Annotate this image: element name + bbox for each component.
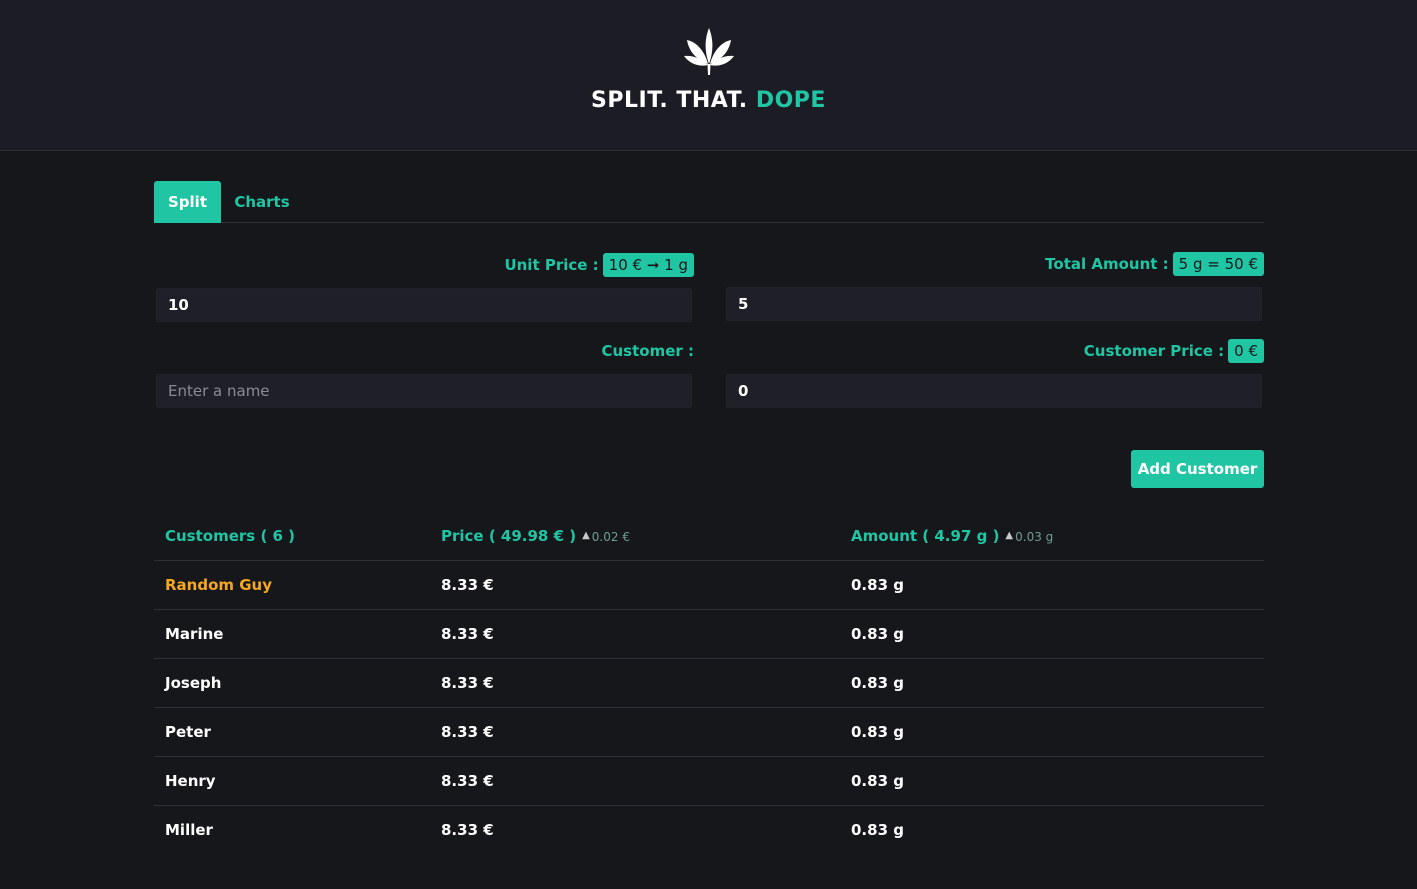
amount-diff: ▲ 0.03 g <box>1005 530 1053 544</box>
amount-diff-value: 0.03 g <box>1015 530 1054 544</box>
table-row[interactable]: Joseph 8.33 € 0.83 g <box>154 659 1264 708</box>
customer-name: Joseph <box>165 674 222 692</box>
brand-text: SPLIT. THAT. <box>591 88 748 113</box>
customer-label-text: Customer : <box>601 342 694 360</box>
total-amount-label-text: Total Amount : <box>1045 255 1169 273</box>
customer-amount: 0.83 g <box>851 821 904 839</box>
caret-up-icon: ▲ <box>582 530 590 541</box>
caret-up-icon: ▲ <box>1005 530 1014 541</box>
customer-amount: 0.83 g <box>851 772 904 790</box>
customer-amount: 0.83 g <box>851 723 904 741</box>
total-amount-input[interactable] <box>726 287 1262 321</box>
price-diff-value: 0.02 € <box>591 530 630 544</box>
customer-amount: 0.83 g <box>851 576 904 594</box>
tab-split[interactable]: Split <box>154 181 221 223</box>
customer-price-input[interactable] <box>726 374 1262 408</box>
amount-column-header[interactable]: Amount ( 4.97 g ) ▲ 0.03 g <box>851 512 1053 560</box>
price-diff: ▲ 0.02 € <box>582 530 630 544</box>
brand-title: SPLIT. THAT. DOPE <box>0 88 1417 113</box>
table-row[interactable]: Henry 8.33 € 0.83 g <box>154 757 1264 806</box>
brand-accent-text: DOPE <box>755 88 826 113</box>
customers-column-header[interactable]: Customers ( 6 ) <box>165 512 295 560</box>
customer-name: Miller <box>165 821 213 839</box>
total-amount-badge: 5 g = 50 € <box>1172 252 1264 276</box>
customer-name: Marine <box>165 625 224 643</box>
customer-price-label-text: Customer Price : <box>1083 342 1225 360</box>
table-row[interactable]: Miller 8.33 € 0.83 g <box>154 806 1264 855</box>
customer-price-label: Customer Price :0 € <box>1084 338 1264 364</box>
customer-price: 8.33 € <box>441 576 494 594</box>
table-row[interactable]: Peter 8.33 € 0.83 g <box>154 708 1264 757</box>
table-header-row: Customers ( 6 ) Price ( 49.98 € ) ▲ 0.02 €… <box>154 512 1264 561</box>
customer-price: 8.33 € <box>441 772 494 790</box>
customer-amount: 0.83 g <box>851 674 904 692</box>
customer-price: 8.33 € <box>441 674 494 692</box>
customers-table: Customers ( 6 ) Price ( 49.98 € ) ▲ 0.02 €… <box>154 512 1264 855</box>
total-amount-label: Total Amount :5 g = 50 € <box>1045 251 1264 277</box>
tab-bar: Split Charts <box>154 181 1264 223</box>
table-row[interactable]: Marine 8.33 € 0.83 g <box>154 610 1264 659</box>
customer-name: Henry <box>165 772 216 790</box>
price-column-header[interactable]: Price ( 49.98 € ) ▲ 0.02 € <box>441 512 630 560</box>
customer-name: Peter <box>165 723 211 741</box>
unit-price-label-text: Unit Price : <box>504 256 599 274</box>
tab-charts[interactable]: Charts <box>222 181 302 223</box>
add-customer-button[interactable]: Add Customer <box>1131 450 1264 488</box>
unit-price-label: Unit Price :10 € ➞ 1 g <box>504 252 694 278</box>
unit-price-input[interactable] <box>156 288 692 322</box>
unit-price-badge: 10 € ➞ 1 g <box>602 253 694 277</box>
customer-price: 8.33 € <box>441 723 494 741</box>
customer-name: Random Guy <box>165 576 273 594</box>
customer-amount: 0.83 g <box>851 625 904 643</box>
table-row[interactable]: Random Guy 8.33 € 0.83 g <box>154 561 1264 610</box>
cannabis-leaf-icon <box>684 28 734 75</box>
price-header-text: Price ( 49.98 € ) <box>441 527 577 545</box>
amount-header-text: Amount ( 4.97 g ) <box>851 527 1000 545</box>
app-header: SPLIT. THAT. DOPE <box>0 0 1417 151</box>
customer-price-badge: 0 € <box>1228 339 1264 363</box>
customer-name-input[interactable] <box>156 374 692 408</box>
customer-price: 8.33 € <box>441 821 494 839</box>
customer-price: 8.33 € <box>441 625 494 643</box>
customer-label: Customer : <box>601 338 694 364</box>
